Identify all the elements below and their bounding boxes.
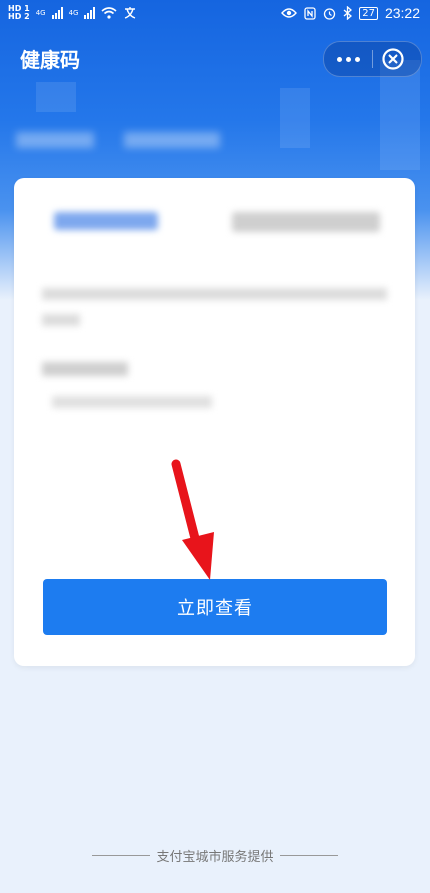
status-right: 27 23:22 (281, 5, 420, 21)
blurred-tab-placeholder (124, 132, 220, 148)
info-card: 立即查看 (14, 178, 415, 666)
description-placeholder-line (42, 314, 80, 326)
subline-placeholder (52, 396, 212, 408)
network-label-1: 4G (35, 9, 46, 17)
footer: 支付宝城市服务提供 (0, 846, 430, 865)
more-dots-icon (345, 56, 351, 62)
battery-indicator: 27 (359, 6, 378, 20)
page-title: 健康码 (20, 48, 80, 72)
sim-badges: HD 1 HD 2 (8, 5, 30, 21)
clock-time: 23:22 (384, 5, 420, 21)
alarm-icon (324, 7, 336, 20)
close-circle-icon[interactable] (381, 47, 405, 71)
red-arrow-annotation (171, 459, 214, 580)
footer-line-left (92, 855, 151, 856)
signal-icon (51, 7, 63, 19)
more-dots-icon (336, 56, 342, 62)
wifi-icon (101, 7, 117, 19)
status-left: HD 1 HD 2 4G 4G (8, 5, 137, 21)
eye-icon (281, 8, 298, 18)
view-now-button[interactable]: 立即查看 (43, 579, 387, 635)
description-placeholder-line (42, 288, 387, 300)
more-button[interactable] (324, 42, 372, 76)
banner-building-decor (36, 82, 76, 112)
card-title-placeholder (232, 212, 380, 232)
nfc-icon (304, 6, 316, 20)
capsule-divider (372, 50, 373, 68)
signal-icon-2 (84, 7, 96, 19)
network-label-2: 4G (68, 9, 79, 17)
banner-building-decor (280, 88, 310, 148)
status-bar: HD 1 HD 2 4G 4G 27 23:22 (0, 0, 430, 28)
bluetooth-icon (343, 6, 353, 20)
more-dots-icon (354, 56, 360, 62)
footer-line-right (279, 855, 338, 856)
blurred-tab-placeholder (16, 132, 94, 148)
subtitle-placeholder (42, 362, 128, 376)
mini-program-capsule (323, 41, 422, 77)
sim2-badge: HD 2 (8, 12, 30, 21)
translate-icon (125, 7, 136, 19)
brand-logo (54, 212, 158, 230)
footer-provider-text: 支付宝城市服务提供 (156, 850, 274, 865)
